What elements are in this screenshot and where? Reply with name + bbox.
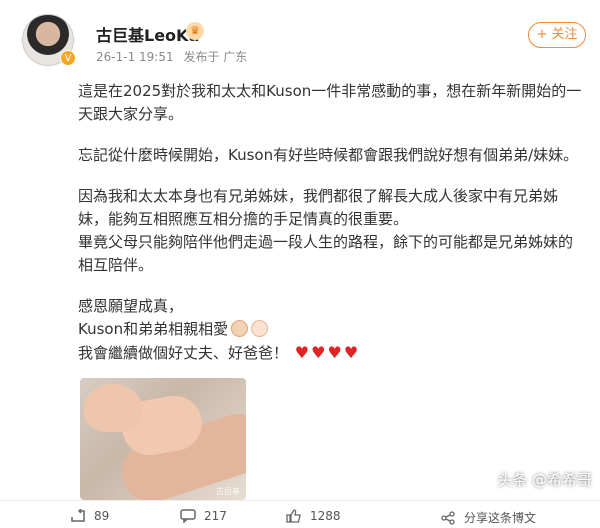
- repost-count: 89: [94, 509, 110, 523]
- post-line-promise: 我會繼續做個好丈夫、好爸爸！ ♥ ♥ ♥ ♥: [78, 341, 583, 365]
- post-paragraph-3: 因為我和太太本身也有兄弟姊妹，我們都很了解長大成人後家中有兄弟姊妹，能夠互相照應…: [78, 187, 559, 228]
- post-meta: 26-1-1 19:51 发布于 广东: [96, 48, 253, 65]
- user-name[interactable]: 古巨基LeoKu: [96, 22, 200, 46]
- repost-button[interactable]: 89: [70, 509, 109, 523]
- repost-icon: [71, 509, 85, 522]
- baby-face-icon: [251, 320, 269, 337]
- like-count: 1288: [310, 509, 341, 523]
- heart-icon: ♥: [327, 343, 342, 362]
- post-line-siblings: Kuson和弟弟相親相愛: [78, 318, 583, 341]
- post-location: 发布于 广东: [183, 50, 248, 64]
- post-header: V 古巨基LeoKu ♛ 26-1-1 19:51 发布于 广东 + 关注: [18, 10, 588, 70]
- comment-icon: [180, 509, 196, 523]
- share-button[interactable]: 分享这条博文: [440, 509, 536, 526]
- thumbs-up-icon: [286, 509, 301, 523]
- action-bar: 89 217 1288 分享这条博文: [0, 500, 600, 528]
- photo-watermark: 古巨基: [216, 487, 240, 496]
- crown-icon: ♛: [186, 22, 204, 40]
- post-line-thanks: 感恩願望成真，: [78, 297, 184, 315]
- baby-foot-image: [84, 384, 142, 432]
- post-photo[interactable]: 古巨基: [80, 378, 246, 500]
- post-paragraph-2: 忘記從什麼時候開始，Kuson有好些時候都會跟我們說好想有個弟弟/妹妹。: [78, 146, 579, 164]
- post-paragraph-4: 畢竟父母只能夠陪伴他們走過一段人生的路程，餘下的可能都是兄弟姊妹的相互陪伴。: [78, 233, 574, 274]
- heart-icon: ♥: [311, 343, 326, 362]
- post-line-promise-text: 我會繼續做個好丈夫、好爸爸！: [78, 344, 289, 362]
- boy-face-icon: [231, 320, 249, 337]
- like-button[interactable]: 1288: [286, 509, 341, 523]
- follow-button[interactable]: + 关注: [528, 22, 586, 48]
- verified-badge-icon: V: [60, 50, 76, 66]
- post-line-siblings-text: Kuson和弟弟相親相愛: [78, 320, 229, 338]
- share-text: 分享这条博文: [464, 511, 537, 525]
- comment-count: 217: [204, 509, 227, 523]
- post-paragraph-1: 這是在2025對於我和太太和Kuson一件非常感動的事，想在新年新開始的一天跟大…: [78, 82, 582, 123]
- post-body: 這是在2025對於我和太太和Kuson一件非常感動的事，想在新年新開始的一天跟大…: [78, 80, 583, 365]
- post-date: 26-1-1 19:51: [96, 50, 174, 64]
- comment-button[interactable]: 217: [180, 509, 227, 523]
- source-watermark: 头条 @希希哥: [497, 471, 592, 489]
- heart-icon: ♥: [343, 343, 359, 362]
- heart-icon: ♥: [294, 343, 310, 362]
- share-icon: [441, 510, 455, 525]
